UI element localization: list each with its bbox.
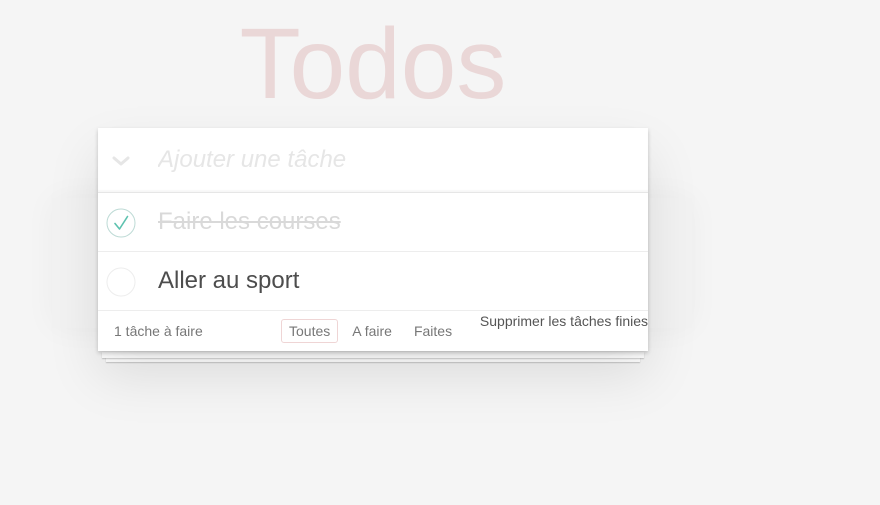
filter-item: A faire <box>341 319 403 343</box>
toggle-all-button[interactable] <box>106 146 136 176</box>
filter-active[interactable]: A faire <box>344 319 400 343</box>
todo-checkbox[interactable] <box>106 208 136 238</box>
empty-circle-icon <box>106 267 136 297</box>
app-title: Todos <box>239 8 507 120</box>
new-todo-row <box>98 128 648 193</box>
todo-footer: 1 tâche à faire Toutes A faire Faites Su… <box>98 311 648 351</box>
card-stack-shadow <box>102 352 644 358</box>
todo-checkbox[interactable] <box>106 267 136 297</box>
todo-list: Faire les courses Aller au sport <box>98 193 648 311</box>
todo-item: Aller au sport <box>98 252 648 311</box>
new-todo-input[interactable] <box>158 140 628 180</box>
todo-label[interactable]: Aller au sport <box>158 252 299 310</box>
todo-count: 1 tâche à faire <box>114 323 203 339</box>
clear-completed-button[interactable]: Supprimer les tâches finies <box>480 313 648 329</box>
filter-tabs: Toutes A faire Faites <box>278 319 463 343</box>
filter-item: Toutes <box>278 319 341 343</box>
checkmark-icon <box>106 208 136 238</box>
todo-label[interactable]: Faire les courses <box>158 193 341 251</box>
filter-completed[interactable]: Faites <box>406 319 460 343</box>
chevron-down-icon <box>112 156 130 166</box>
filter-item: Faites <box>403 319 463 343</box>
todo-item: Faire les courses <box>98 193 648 252</box>
todo-app-card: Faire les courses Aller au sport 1 tâche… <box>98 128 648 351</box>
todo-page: Todos Faire les courses <box>0 0 880 505</box>
filter-all[interactable]: Toutes <box>281 319 339 343</box>
